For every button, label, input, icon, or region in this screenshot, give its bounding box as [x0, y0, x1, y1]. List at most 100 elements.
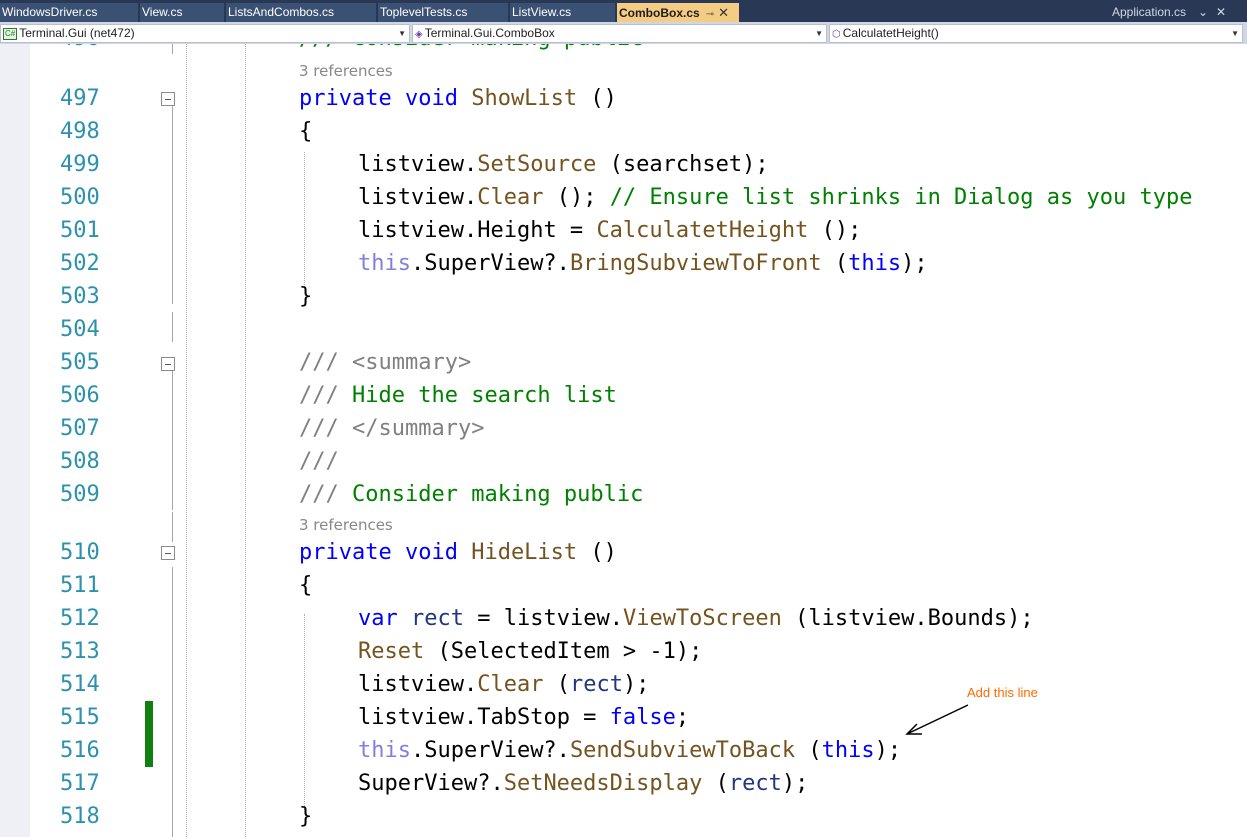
- code-line: Reset (SelectedItem > -1);: [358, 635, 702, 668]
- pin-icon[interactable]: ⊸: [706, 9, 714, 20]
- collapse-toggle[interactable]: [161, 546, 175, 560]
- keyword: var: [358, 606, 398, 631]
- member-dropdown[interactable]: ⬡ CalculatetHeight() ▼: [829, 24, 1243, 43]
- line-number: 513: [60, 639, 100, 664]
- code-line: private void HideList (): [299, 536, 617, 569]
- tab-view[interactable]: View.cs: [140, 3, 224, 22]
- code-line: private void ShowList (): [299, 82, 617, 115]
- navigation-bar: C# Terminal.Gui (net472) ▼ ◈ Terminal.Gui.…: [0, 22, 1247, 44]
- tab-application[interactable]: Application.cs: [1112, 3, 1186, 22]
- code-line: this.SuperView?.BringSubviewToFront (thi…: [358, 247, 928, 280]
- method-name: ShowList: [471, 86, 578, 111]
- code-text: (listview.Bounds);: [781, 606, 1034, 631]
- code-text: Height =: [477, 218, 597, 243]
- line-number: 512: [60, 606, 100, 631]
- keyword: this: [358, 738, 411, 763]
- line-number: 498: [60, 119, 100, 144]
- code-text: .SuperView?.: [410, 738, 570, 763]
- collapse-toggle[interactable]: [161, 357, 175, 371]
- line-number: 505: [60, 350, 100, 375]
- code-line: /// Consider making public: [299, 478, 643, 511]
- type-dropdown[interactable]: ◈ Terminal.Gui.ComboBox ▼: [412, 24, 827, 43]
- doc-comment-slashes: ///: [299, 383, 339, 408]
- line-number: 507: [60, 416, 100, 441]
- code-line: }: [299, 284, 313, 309]
- editor-margin: [0, 44, 30, 837]
- line-number: 516: [60, 738, 100, 763]
- code-text: (: [702, 771, 729, 796]
- code-text: listview: [358, 185, 464, 210]
- code-line: var rect = listview.ViewToScreen (listvi…: [358, 602, 1034, 635]
- doc-comment-slashes: ///: [299, 482, 339, 507]
- line-number: 510: [60, 540, 100, 565]
- tab-topleveltests[interactable]: ToplevelTests.cs: [378, 3, 508, 22]
- project-dropdown[interactable]: C# Terminal.Gui (net472) ▼: [0, 24, 410, 43]
- code-text: listview: [358, 672, 464, 697]
- code-line: this.SuperView?.SendSubviewToBack (this)…: [358, 734, 901, 767]
- code-text: listview: [358, 218, 464, 243]
- annotation-label: Add this line: [967, 685, 1038, 700]
- indent-guide: [245, 44, 246, 837]
- code-line: /// Hide the search list: [299, 379, 617, 412]
- chevron-down-icon: ▼: [398, 29, 406, 38]
- code-text: listview: [503, 606, 610, 631]
- close-icon[interactable]: ✕: [718, 5, 729, 20]
- code-text: .: [463, 705, 478, 730]
- method-name: SetNeedsDisplay: [503, 771, 703, 796]
- doc-comment-slashes: ///: [299, 416, 339, 441]
- code-line: /// </summary>: [299, 412, 484, 445]
- keyword: void: [404, 540, 458, 565]
- code-text: );: [901, 251, 928, 276]
- outline-line: [172, 567, 173, 837]
- class-icon: ◈: [415, 29, 423, 40]
- codelens-references[interactable]: 3 references: [299, 514, 393, 536]
- code-text: (): [577, 86, 617, 111]
- line-number: 506: [60, 383, 100, 408]
- doc-comment-text: Hide the search list: [338, 383, 617, 408]
- doc-comment-slashes: ///: [299, 350, 339, 375]
- csharp-project-icon: C#: [3, 28, 18, 40]
- line-number: 514: [60, 672, 100, 697]
- keyword: this: [358, 251, 411, 276]
- outline-line: [172, 512, 173, 542]
- line-number: 517: [60, 771, 100, 796]
- tab-label: Application.cs: [1112, 5, 1187, 19]
- tab-label: ComboBox.cs: [619, 6, 700, 20]
- code-text: ();: [808, 218, 862, 243]
- code-line: }: [299, 804, 313, 829]
- tab-close-icon[interactable]: ✕: [1216, 3, 1226, 22]
- code-text: );: [781, 771, 809, 796]
- code-text: (: [543, 672, 570, 697]
- tab-listsandcombos[interactable]: ListsAndCombos.cs: [226, 3, 376, 22]
- annotation-arrow-icon: [905, 704, 969, 735]
- line-number: 499: [60, 152, 100, 177]
- code-line: listview.TabStop = false;: [358, 701, 689, 734]
- collapse-toggle[interactable]: [161, 92, 175, 106]
- method-name: Reset: [358, 639, 425, 664]
- tab-windowsdriver[interactable]: WindowsDriver.cs: [0, 3, 138, 22]
- line-number: 501: [60, 218, 100, 243]
- tab-label: ToplevelTests.cs: [380, 5, 468, 19]
- line-number: 504: [60, 317, 100, 342]
- keyword: this: [848, 251, 902, 276]
- line-number: 500: [60, 185, 100, 210]
- document-tab-strip: WindowsDriver.cs View.cs ListsAndCombos.…: [0, 0, 1247, 22]
- code-text: (SelectedItem > -1);: [424, 639, 703, 664]
- method-name: Clear: [477, 185, 544, 210]
- codelens-references[interactable]: 3 references: [299, 60, 393, 82]
- change-indicator: [145, 701, 153, 767]
- tab-list-dropdown-icon[interactable]: ⌄: [1198, 3, 1208, 22]
- code-line: listview.Clear (rect);: [358, 668, 649, 701]
- doc-comment-tag: <summary>: [338, 350, 472, 375]
- method-name: ViewToScreen: [622, 606, 782, 631]
- keyword: void: [404, 86, 458, 111]
- tab-label: WindowsDriver.cs: [2, 5, 98, 19]
- tab-listview[interactable]: ListView.cs: [510, 3, 615, 22]
- local-variable: rect: [569, 672, 623, 697]
- local-variable: rect: [728, 771, 782, 796]
- code-text: (searchset);: [596, 152, 769, 177]
- code-editor[interactable]: 496 /// Consider making public 3 referen…: [0, 44, 1247, 837]
- tab-combobox[interactable]: ComboBox.cs ⊸ ✕: [617, 3, 739, 22]
- line-number: 497: [60, 86, 100, 111]
- code-text: SuperView?.: [358, 771, 504, 796]
